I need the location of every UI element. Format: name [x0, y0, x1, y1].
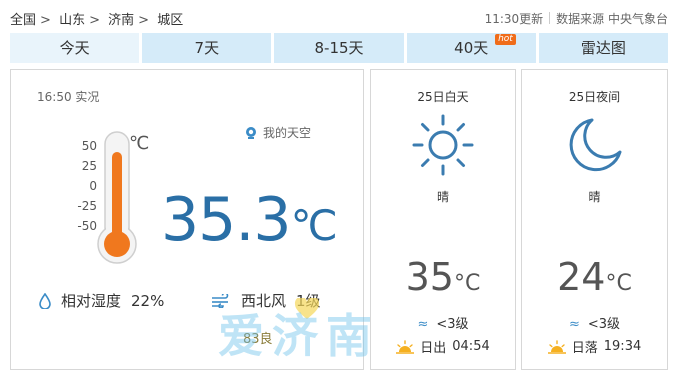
breadcrumb-city[interactable]: 济南: [108, 13, 134, 28]
scale-tick: 25: [81, 159, 97, 173]
tab-40-days[interactable]: 40天 hot: [406, 33, 536, 63]
sunset-row: 日落 19:34: [522, 337, 667, 356]
sun-icon: [412, 114, 474, 176]
my-sky-label: 我的天空: [263, 126, 312, 140]
scale-tick: -25: [77, 199, 97, 213]
watermark-heart-icon: [294, 298, 320, 319]
day-temperature-unit: °C: [453, 271, 481, 296]
night-temperature-value: 24: [557, 255, 606, 299]
top-bar: 全国 > 山东 > 济南 > 城区 11:30更新 数据来源 中央气象台: [0, 0, 678, 34]
night-wind: ≈ <3级: [522, 313, 667, 332]
forecast-tabs: 今天 7天 8-15天 40天 hot 雷达图: [10, 33, 669, 63]
update-time: 11:30更新: [484, 12, 544, 26]
scale-unit: ℃: [129, 133, 150, 154]
hot-badge: hot: [495, 34, 516, 45]
current-temperature-value: 35.3: [161, 185, 292, 255]
sunrise-time: 04:54: [452, 339, 490, 354]
wave-icon: ≈: [417, 317, 429, 332]
breadcrumb: 全国 > 山东 > 济南 > 城区: [10, 9, 187, 28]
sunrise-label: 日出: [420, 341, 447, 356]
day-temperature: 35°C: [371, 256, 515, 305]
day-wind: ≈ <3级: [371, 313, 515, 332]
droplet-icon: [39, 292, 51, 309]
breadcrumb-separator: >: [40, 13, 51, 28]
wind-direction: 西北风: [241, 292, 287, 310]
current-conditions-panel: 16:50 实况 我的天空 50 25 0 -25 -50 ℃ 35.3℃ 相对…: [10, 69, 364, 370]
tab-radar-label: 雷达图: [580, 39, 626, 57]
day-wind-level: <3级: [436, 317, 469, 332]
update-meta: 11:30更新 数据来源 中央气象台: [485, 10, 668, 27]
breadcrumb-separator: >: [138, 13, 150, 28]
tab-7-days[interactable]: 7天: [142, 33, 272, 63]
thermometer-scale: 50 25 0 -25 -50: [73, 136, 97, 236]
night-wind-level: <3级: [587, 317, 621, 332]
scale-tick: -50: [77, 219, 97, 233]
tab-radar[interactable]: 雷达图: [538, 33, 669, 63]
night-temperature-unit: °C: [605, 271, 632, 296]
breadcrumb-district[interactable]: 城区: [157, 13, 183, 28]
breadcrumb-province[interactable]: 山东: [59, 13, 85, 28]
scale-tick: 50: [81, 139, 97, 153]
night-forecast-panel: 25日夜间 晴 24°C ≈ <3级 日落 19:34: [521, 69, 668, 370]
scale-tick: 0: [89, 179, 97, 193]
night-forecast-title: 25日夜间: [568, 90, 621, 104]
tab-8-15-days[interactable]: 8-15天: [274, 33, 404, 63]
tab-7-days-label: 7天: [194, 39, 220, 57]
night-temperature: 24°C: [522, 256, 667, 305]
camera-icon: [246, 126, 256, 139]
breadcrumb-separator: >: [89, 13, 100, 28]
day-forecast-panel: 25日白天 晴 35°C ≈ <3级 日出 04:54: [370, 69, 516, 370]
current-temperature: 35.3℃: [161, 185, 338, 258]
observation-time: 16:50 实况: [37, 90, 100, 104]
day-forecast-title: 25日白天: [417, 90, 469, 104]
my-sky-link[interactable]: 我的天空: [244, 124, 311, 141]
humidity-label: 相对湿度: [61, 292, 122, 310]
meta-divider: [549, 12, 551, 24]
breadcrumb-country[interactable]: 全国: [10, 13, 36, 28]
sunset-time: 19:34: [603, 339, 642, 354]
current-temperature-unit: ℃: [290, 201, 338, 250]
humidity-row: 相对湿度 22%: [39, 290, 164, 311]
humidity-value: 22%: [131, 291, 165, 310]
moon-icon: [569, 118, 621, 172]
sunset-icon: [547, 339, 566, 354]
tab-today-label: 今天: [59, 39, 90, 57]
sunset-label: 日落: [571, 341, 598, 356]
data-source: 数据来源 中央气象台: [556, 12, 668, 26]
tab-today[interactable]: 今天: [10, 33, 140, 63]
day-temperature-value: 35: [405, 255, 454, 299]
night-weather-desc: 晴: [588, 190, 601, 204]
wave-icon: ≈: [568, 317, 580, 332]
wind-icon: [212, 293, 229, 308]
sunrise-icon: [396, 339, 415, 354]
tab-8-15-days-label: 8-15天: [314, 39, 364, 57]
air-quality-index[interactable]: 83良: [243, 328, 273, 347]
day-weather-desc: 晴: [436, 190, 449, 204]
tab-40-days-label: 40天: [454, 39, 489, 57]
sunrise-row: 日出 04:54: [371, 337, 515, 356]
